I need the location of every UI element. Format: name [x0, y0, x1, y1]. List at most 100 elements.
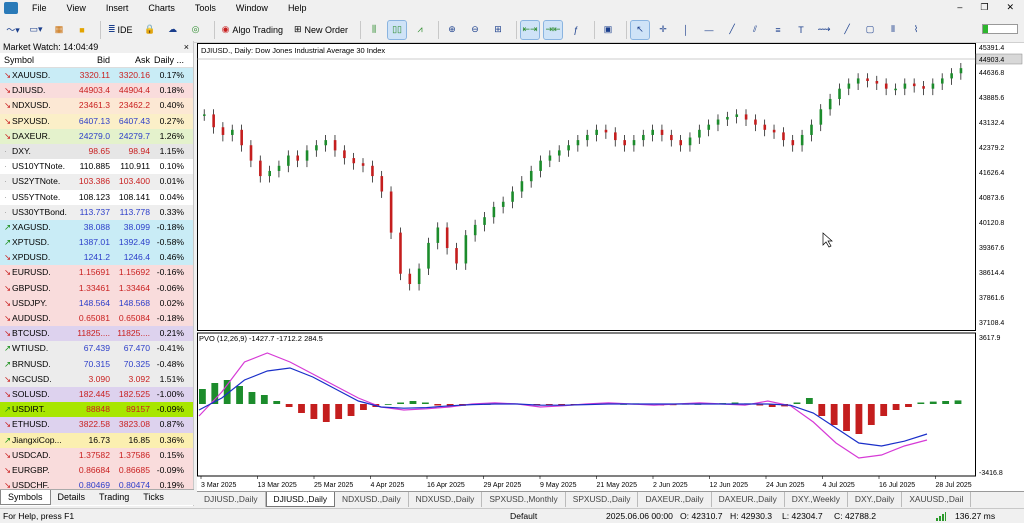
market-watch-row[interactable]: ↗XPTUSD. 1387.01 1392.49 -0.58%: [0, 235, 193, 251]
market-watch-row[interactable]: ↘USDCAD. 1.37582 1.37586 0.15%: [0, 447, 193, 463]
chart-tab[interactable]: NDXUSD.,Daily: [335, 492, 409, 507]
market-watch-row[interactable]: ↘SPXUSD. 6407.13 6407.43 0.27%: [0, 113, 193, 129]
chart-tab[interactable]: NDXUSD.,Daily: [409, 492, 483, 507]
chart-tab[interactable]: DAXEUR.,Daily: [712, 492, 785, 507]
market-watch-row[interactable]: · DXY. 98.65 98.94 1.15%: [0, 143, 193, 160]
tile-windows-icon[interactable]: ⊞: [489, 21, 507, 39]
algo-trading-button[interactable]: ◉ Algo Trading: [219, 21, 286, 39]
gann-icon[interactable]: ⫴: [884, 21, 902, 39]
menu-charts[interactable]: Charts: [138, 0, 185, 16]
bid-cell: 23461.3: [78, 100, 110, 111]
menu-window[interactable]: Window: [226, 0, 278, 16]
column-ask[interactable]: Ask: [112, 53, 152, 67]
candlestick-icon[interactable]: ▯▯: [387, 19, 408, 40]
indicators-icon[interactable]: ƒ: [567, 21, 585, 39]
candle-body: [595, 129, 598, 135]
chart-tab[interactable]: DJIUSD.,Daily: [265, 492, 336, 507]
tab-symbols[interactable]: Symbols: [0, 490, 51, 505]
chart-tab[interactable]: SPXUSD.,Monthly: [482, 492, 566, 507]
market-watch-row[interactable]: ↗JiangxiCop... 16.73 16.85 0.36%: [0, 432, 193, 448]
market-watch-row[interactable]: · US5YTNote. 108.123 108.141 0.04%: [0, 189, 193, 205]
market-watch-row[interactable]: · US30YTBond. 113.737 113.778 0.33%: [0, 204, 193, 220]
restore-icon[interactable]: ❐: [980, 2, 988, 13]
menu-file[interactable]: File: [22, 0, 57, 16]
market-watch-row[interactable]: ↘AUDUSD. 0.65081 0.65084 -0.18%: [0, 311, 193, 327]
horizontal-line-icon[interactable]: —: [700, 21, 718, 39]
tab-trading[interactable]: Trading: [92, 490, 136, 505]
tab-ticks[interactable]: Ticks: [136, 490, 171, 505]
ask-cell: 3320.16: [118, 70, 150, 80]
price-axis-label: 37861.6: [979, 295, 1004, 302]
market-watch-row[interactable]: ↘DJIUSD. 44903.4 44904.4 0.18%: [0, 83, 193, 99]
chart-tab[interactable]: SPXUSD.,Daily: [566, 492, 639, 507]
market-watch-row[interactable]: ↘EURGBP. 0.86684 0.86685 -0.09%: [0, 462, 193, 479]
trendline-icon[interactable]: ╱: [723, 21, 741, 39]
market-watch-row[interactable]: ↘ETHUSD. 3822.58 3823.08 0.87%: [0, 417, 193, 433]
templates-icon[interactable]: ▭▾: [27, 21, 45, 39]
market-watch-row[interactable]: ↘EURUSD. 1.15691 1.15692 -0.16%: [0, 265, 193, 281]
screenshot-icon[interactable]: ▣: [599, 21, 617, 39]
market-watch-row[interactable]: ↘XPDUSD. 1241.2 1246.4 0.46%: [0, 250, 193, 266]
column-daily-change[interactable]: Daily ...: [152, 53, 188, 67]
rectangle-icon[interactable]: ▢: [861, 21, 879, 39]
market-icon[interactable]: ■: [73, 21, 91, 39]
column-symbol[interactable]: Symbol: [0, 53, 72, 67]
market-watch-row[interactable]: ↘XAUUSD. 3320.11 3320.16 0.17%: [0, 68, 193, 84]
ask-cell: 6407.43: [118, 115, 150, 126]
market-watch-row[interactable]: ↗BRNUSD. 70.315 70.325 -0.48%: [0, 356, 193, 372]
crosshair-icon[interactable]: ✛: [654, 21, 672, 39]
menu-insert[interactable]: Insert: [96, 0, 139, 16]
market-watch-row[interactable]: ↗XAGUSD. 38.088 38.099 -0.18%: [0, 219, 193, 236]
market-watch-row[interactable]: · US2YTNote. 103.386 103.400 0.01%: [0, 174, 193, 190]
market-watch-row[interactable]: ↘BTCUSD. 11825.... 11825.... 0.21%: [0, 326, 193, 342]
chart-tab[interactable]: XAUUSD.,Dail: [902, 492, 972, 507]
ide-button[interactable]: ≣ IDE: [105, 21, 136, 39]
line-chart-icon[interactable]: ⩘: [411, 21, 429, 39]
menu-view[interactable]: View: [57, 0, 96, 16]
lock-icon[interactable]: 🔒: [141, 21, 159, 39]
new-order-button[interactable]: ⊞ New Order: [291, 21, 351, 39]
symbol-name: XPTUSD.: [12, 237, 50, 248]
cursor-icon[interactable]: ↖: [630, 19, 651, 40]
chart-tab[interactable]: DAXEUR.,Daily: [638, 492, 712, 507]
profiles-icon[interactable]: ▦: [50, 21, 68, 39]
shapes-icon[interactable]: ╱: [838, 21, 856, 39]
market-watch-row[interactable]: ↘NGCUSD. 3.090 3.092 1.51%: [0, 371, 193, 387]
chart-canvas[interactable]: 45391.4 44636.8 43885.6 43132.4 42379.2 41626…: [197, 43, 1024, 491]
bid-cell: 113.737: [79, 206, 110, 217]
chart-window[interactable]: DJIUSD., Daily: Dow Jones Industrial Ave…: [197, 43, 1024, 491]
market-watch-row[interactable]: ↘SOLUSD. 182.445 182.525 -1.00%: [0, 386, 193, 403]
tab-details[interactable]: Details: [51, 490, 93, 505]
auto-scroll-icon[interactable]: ⇤⇥: [520, 19, 541, 40]
market-watch-row[interactable]: ↘NDXUSD. 23461.3 23462.2 0.40%: [0, 98, 193, 114]
chart-tab[interactable]: DJIUSD.,Daily: [197, 492, 266, 507]
arrows-icon[interactable]: ⟿: [815, 21, 833, 39]
market-watch-row[interactable]: ↗USDIRT. 88848 89157 -0.09%: [0, 402, 193, 418]
chart-tab[interactable]: DXY.,Weekly: [785, 492, 848, 507]
market-watch-row[interactable]: ↘GBPUSD. 1.33461 1.33464 -0.06%: [0, 280, 193, 296]
fibonacci-icon[interactable]: ≡: [769, 21, 787, 39]
minimize-icon[interactable]: –: [957, 2, 962, 13]
text-icon[interactable]: T: [792, 21, 810, 39]
chart-shift-icon[interactable]: ⇥⇤: [543, 19, 564, 40]
market-watch-row[interactable]: · US10YTNote. 110.885 110.911 0.10%: [0, 159, 193, 175]
chart-type-icon[interactable]: 〜▾: [4, 21, 22, 39]
menu-help[interactable]: Help: [278, 0, 317, 16]
chart-tab[interactable]: DXY.,Daily: [848, 492, 903, 507]
market-watch-row[interactable]: ↘USDJPY. 148.564 148.568 0.02%: [0, 295, 193, 311]
zoom-out-icon[interactable]: ⊖: [466, 21, 484, 39]
bar-chart-icon[interactable]: ⫼: [365, 21, 383, 39]
close-icon[interactable]: ✕: [1006, 2, 1014, 13]
menu-tools[interactable]: Tools: [185, 0, 226, 16]
close-icon[interactable]: ×: [184, 41, 189, 53]
profile-name[interactable]: Default: [510, 511, 537, 521]
market-watch-row[interactable]: ↘DAXEUR. 24279.0 24279.7 1.26%: [0, 128, 193, 144]
channel-icon[interactable]: ⫽: [746, 21, 764, 39]
elliott-icon[interactable]: ⌇: [907, 21, 925, 39]
column-bid[interactable]: Bid: [72, 53, 112, 67]
signals-icon[interactable]: ◎: [187, 21, 205, 39]
zoom-in-icon[interactable]: ⊕: [443, 21, 461, 39]
market-watch-row[interactable]: ↗WTIUSD. 67.439 67.470 -0.41%: [0, 341, 193, 357]
vertical-line-icon[interactable]: │: [677, 21, 695, 39]
cloud-icon[interactable]: ☁: [164, 21, 182, 39]
